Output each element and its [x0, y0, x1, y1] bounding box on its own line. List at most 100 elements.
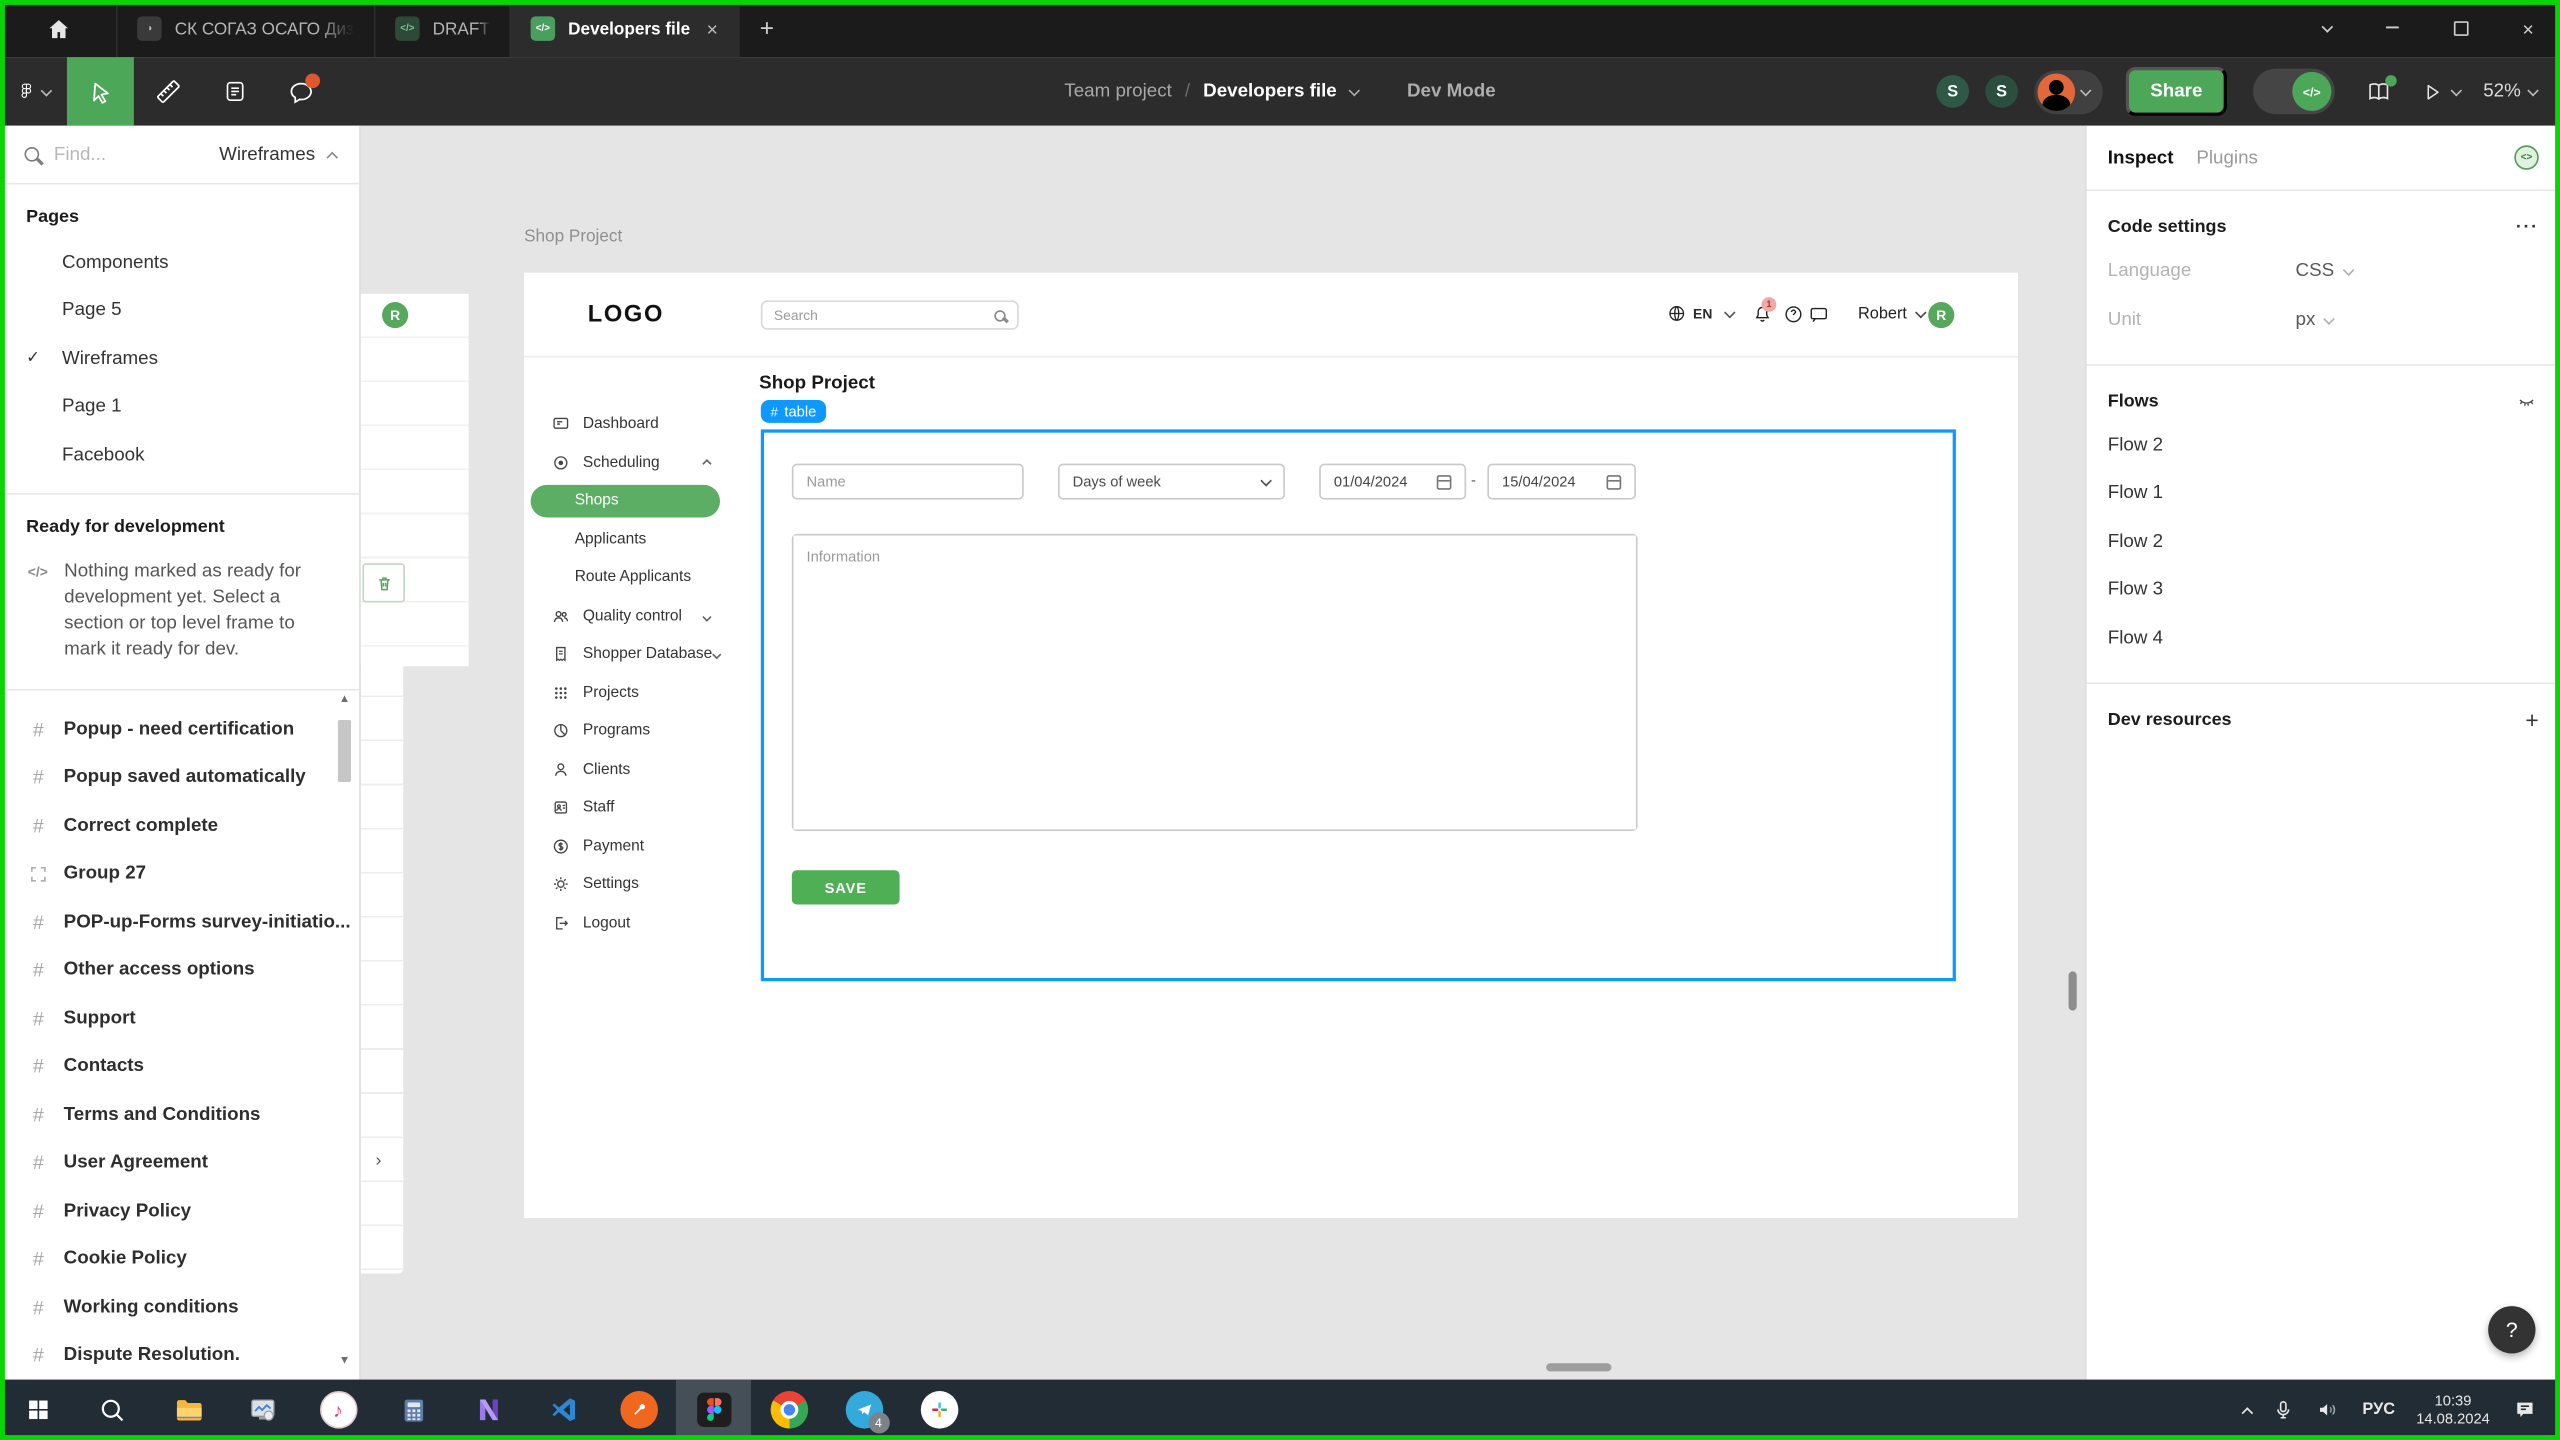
canvas-vertical-scrollbar[interactable] [2069, 971, 2077, 1010]
telegram-button[interactable]: 4 [826, 1380, 901, 1440]
browser-tab-developers-file[interactable]: </> Developers file × [511, 0, 739, 57]
task-manager-button[interactable] [225, 1380, 300, 1440]
chevron-down-icon[interactable] [1348, 84, 1360, 96]
chrome-button[interactable] [751, 1380, 826, 1440]
layer-row[interactable]: #Support [0, 994, 359, 1042]
nav-item-applicants[interactable]: Applicants [524, 520, 730, 558]
flow-item[interactable]: Flow 4 [2087, 614, 2560, 662]
nav-item-quality-control[interactable]: Quality control [524, 597, 730, 635]
keyboard-language[interactable]: РУС [2362, 1401, 2395, 1419]
dev-mode-toggle[interactable]: </> [2253, 69, 2335, 115]
page-item-wireframes[interactable]: ✓Wireframes [0, 335, 359, 383]
start-button[interactable] [0, 1380, 75, 1440]
layer-row[interactable]: #Terms and Conditions [0, 1090, 359, 1138]
nav-item-scheduling[interactable]: Scheduling [524, 443, 730, 481]
new-tab-button[interactable]: + [739, 0, 795, 57]
nav-item-dashboard[interactable]: Dashboard [524, 405, 730, 443]
trash-button[interactable] [362, 563, 404, 602]
user-menu[interactable]: Robert [1858, 305, 1925, 323]
layer-row[interactable]: #Cookie Policy [0, 1235, 359, 1283]
page-item-facebook[interactable]: Facebook [0, 431, 359, 479]
nav-item-shops-active[interactable]: Shops [531, 484, 720, 517]
messages-button[interactable] [1807, 304, 1830, 325]
nav-item-projects[interactable]: Projects [524, 673, 730, 711]
move-tool-button[interactable] [67, 57, 134, 126]
shop-search-field[interactable] [761, 300, 1019, 329]
avatar[interactable]: R [1928, 302, 1954, 328]
help-button[interactable] [1783, 304, 1804, 325]
layer-row[interactable]: #Popup - need certification [0, 705, 359, 753]
browser-tab-design-file[interactable]: ◑ СК СОГАЗ ОСАГО Дизайн калькулят [118, 0, 376, 57]
microphone-icon[interactable] [2273, 1398, 2294, 1422]
layer-row[interactable]: Group 27 [0, 850, 359, 898]
flow-item[interactable]: Flow 2 [2087, 421, 2560, 469]
nav-item-payment[interactable]: Payment [524, 827, 730, 865]
language-select[interactable]: CSS [2296, 261, 2353, 281]
tab-inspect[interactable]: Inspect [2108, 148, 2174, 168]
plugin-icon[interactable]: <> [2514, 145, 2538, 169]
partial-frame[interactable] [361, 653, 403, 1273]
calculator-button[interactable] [376, 1380, 451, 1440]
collaborator-avatar[interactable]: S [1936, 75, 1969, 108]
eye-closed-icon[interactable] [2514, 392, 2538, 412]
frame-title[interactable]: Shop Project [524, 227, 622, 247]
window-menu-chevron-icon[interactable] [2321, 21, 2333, 33]
nav-item-clients[interactable]: Clients [524, 750, 730, 788]
shop-project-frame[interactable]: LOGO EN 1 [524, 273, 2018, 1218]
measure-tool-button[interactable] [134, 57, 201, 126]
clock[interactable]: 10:39 14.08.2024 [2416, 1392, 2490, 1428]
layer-row[interactable]: #Correct complete [0, 801, 359, 849]
file-explorer-button[interactable] [150, 1380, 225, 1440]
chevron-right-icon[interactable]: › [376, 1151, 382, 1171]
layer-row[interactable]: #Dispute Resolution. [0, 1331, 359, 1379]
close-window-button[interactable]: × [2522, 17, 2533, 40]
maximize-button[interactable] [2454, 21, 2469, 36]
breadcrumb-project[interactable]: Team project [1064, 82, 1172, 102]
comment-tool-button[interactable] [268, 57, 335, 126]
present-button[interactable] [2420, 79, 2461, 103]
add-dev-resource-button[interactable]: + [2525, 706, 2538, 732]
speaker-icon[interactable] [2315, 1398, 2341, 1422]
layer-row[interactable]: #Popup saved automatically [0, 753, 359, 801]
home-button[interactable] [0, 0, 118, 57]
layer-row[interactable]: #POP-up-Forms survey-initiatio... [0, 898, 359, 946]
flow-item[interactable]: Flow 1 [2087, 469, 2560, 517]
nav-item-settings[interactable]: Settings [524, 865, 730, 903]
page-item-page1[interactable]: Page 1 [0, 383, 359, 431]
help-button[interactable]: ? [2488, 1306, 2535, 1353]
taskbar-search-button[interactable] [75, 1380, 150, 1440]
page-item-components[interactable]: Components [0, 238, 359, 286]
layer-row[interactable]: #Working conditions [0, 1283, 359, 1331]
figma-app-button[interactable] [676, 1380, 751, 1440]
close-tab-icon[interactable]: × [706, 17, 717, 40]
layer-row[interactable]: #Other access options [0, 946, 359, 994]
design-app-button[interactable] [451, 1380, 526, 1440]
page-item-page5[interactable]: Page 5 [0, 287, 359, 335]
account-menu[interactable] [2034, 69, 2103, 113]
tab-plugins[interactable]: Plugins [2196, 148, 2258, 168]
nav-item-programs[interactable]: Programs [524, 712, 730, 750]
annotations-tool-button[interactable] [201, 57, 268, 126]
nav-item-logout[interactable]: Logout [524, 904, 730, 942]
slack-button[interactable] [901, 1380, 976, 1440]
unit-select[interactable]: px [2296, 310, 2334, 330]
layer-row[interactable]: #User Agreement [0, 1139, 359, 1187]
flow-item[interactable]: Flow 3 [2087, 566, 2560, 614]
language-selector[interactable]: EN [1667, 304, 1734, 324]
nav-item-shopper-database[interactable]: Shopper Database [524, 635, 730, 673]
figma-main-menu[interactable] [0, 57, 67, 126]
shop-search-input[interactable] [774, 307, 994, 323]
breadcrumb-file[interactable]: Developers file [1203, 82, 1337, 102]
music-app-button[interactable]: ♪ [300, 1380, 375, 1440]
selection-badge[interactable]: # table [761, 400, 826, 423]
zoom-menu[interactable]: 52% [2483, 82, 2537, 102]
layer-row[interactable]: #Privacy Policy [0, 1187, 359, 1235]
partial-frame[interactable] [361, 294, 469, 666]
canvas-horizontal-scrollbar[interactable] [1546, 1363, 1611, 1371]
scroll-down-icon[interactable]: ▼ [335, 1355, 355, 1366]
minimize-button[interactable]: − [2385, 14, 2400, 43]
action-center-icon[interactable] [2511, 1398, 2539, 1422]
postman-button[interactable] [601, 1380, 676, 1440]
find-input[interactable] [54, 144, 168, 164]
sidebar-scrollbar[interactable]: ▲ ▼ [335, 694, 355, 1367]
